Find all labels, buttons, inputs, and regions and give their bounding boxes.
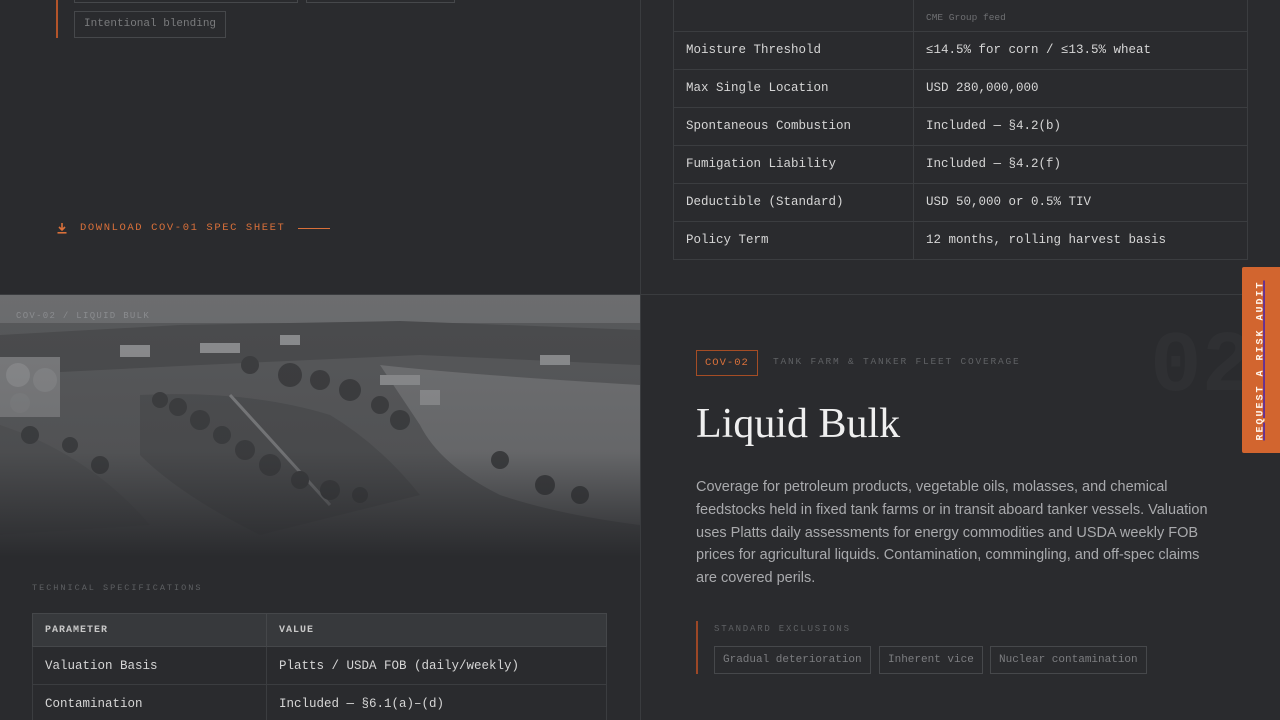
section-number-watermark: 02 xyxy=(1150,318,1254,416)
table-row: Moisture Threshold ≤14.5% for corn / ≤13… xyxy=(673,30,1248,70)
value-cell: USD 50,000 or 0.5% TIV xyxy=(913,182,1248,222)
spec-table-cov-01: CME Group feed Moisture Threshold ≤14.5%… xyxy=(673,0,1248,260)
table-row: Fumigation Liability Included — §4.2(f) xyxy=(673,144,1248,184)
table-cell: CME Group feed xyxy=(913,0,1248,32)
value-cell: Included — §4.2(b) xyxy=(913,106,1248,146)
param-cell: Spontaneous Combustion xyxy=(673,106,914,146)
source-note: CME Group feed xyxy=(926,12,1006,24)
section-kicker: TANK FARM & TANKER FLEET COVERAGE xyxy=(773,356,1021,367)
value-cell: Platts / USDA FOB (daily/weekly) xyxy=(266,646,607,685)
tech-spec-heading: TECHNICAL SPECIFICATIONS xyxy=(32,583,203,593)
tank-farm-aerial-photo xyxy=(0,295,640,557)
download-spec-sheet-link[interactable]: DOWNLOAD COV-01 SPEC SHEET xyxy=(56,220,331,236)
table-row: Spontaneous Combustion Included — §4.2(b… xyxy=(673,106,1248,146)
value-cell: Included — §6.1(a)–(d) xyxy=(266,684,607,720)
exclusion-chip: Nuclear contamination xyxy=(990,646,1147,674)
exclusion-chip: Gradual deterioration xyxy=(714,646,871,674)
coverage-01-spec-panel: CME Group feed Moisture Threshold ≤14.5%… xyxy=(641,0,1280,294)
download-icon xyxy=(57,223,67,234)
value-cell: USD 280,000,000 xyxy=(913,68,1248,108)
spec-table-cov-02: PARAMETER VALUE Valuation Basis Platts /… xyxy=(32,613,607,720)
param-cell: Moisture Threshold xyxy=(673,30,914,70)
table-row: Valuation Basis Platts / USDA FOB (daily… xyxy=(32,646,607,685)
request-risk-audit-button[interactable]: REQUEST A RISK AUDIT xyxy=(1242,267,1280,453)
param-cell: Fumigation Liability xyxy=(673,144,914,184)
column-header-parameter: PARAMETER xyxy=(32,613,267,647)
exclusions-heading: STANDARD EXCLUSIONS xyxy=(714,624,851,634)
table-cell xyxy=(673,0,914,32)
value-cell: Included — §4.2(f) xyxy=(913,144,1248,184)
table-row: Contamination Included — §6.1(a)–(d) xyxy=(32,684,607,720)
aerial-landscape-image xyxy=(0,295,640,557)
table-row: Max Single Location USD 280,000,000 xyxy=(673,68,1248,108)
section-description: Coverage for petroleum products, vegetab… xyxy=(696,479,1208,587)
download-underline xyxy=(298,227,331,229)
table-row: Policy Term 12 months, rolling harvest b… xyxy=(673,220,1248,260)
coverage-code-badge: COV-02 xyxy=(696,350,758,376)
risk-audit-label: REQUEST A RISK AUDIT xyxy=(1255,279,1267,441)
photo-caption: COV-02 / LIQUID BULK xyxy=(16,311,151,321)
column-header-value: VALUE xyxy=(266,613,607,647)
exclusion-accent-line xyxy=(56,0,58,38)
param-cell: Max Single Location xyxy=(673,68,914,108)
exclusion-chip-clipped xyxy=(306,0,455,3)
value-cell: 12 months, rolling harvest basis xyxy=(913,220,1248,260)
coverage-01-panel: Intentional blending DOWNLOAD COV-01 SPE… xyxy=(0,0,640,294)
exclusion-chip-clipped xyxy=(74,0,298,3)
exclusion-chip: Intentional blending xyxy=(74,11,227,38)
exclusion-accent-line xyxy=(696,621,698,674)
param-cell: Valuation Basis xyxy=(32,646,267,685)
table-header-row: PARAMETER VALUE xyxy=(32,613,607,647)
table-row: CME Group feed xyxy=(673,0,1248,32)
value-cell: ≤14.5% for corn / ≤13.5% wheat xyxy=(913,30,1248,70)
section-title: Liquid Bulk xyxy=(696,401,901,447)
param-cell: Policy Term xyxy=(673,220,914,260)
table-row: Deductible (Standard) USD 50,000 or 0.5%… xyxy=(673,182,1248,222)
param-cell: Deductible (Standard) xyxy=(673,182,914,222)
exclusion-chip: Inherent vice xyxy=(879,646,983,674)
download-label: DOWNLOAD COV-01 SPEC SHEET xyxy=(80,222,286,234)
param-cell: Contamination xyxy=(32,684,267,720)
